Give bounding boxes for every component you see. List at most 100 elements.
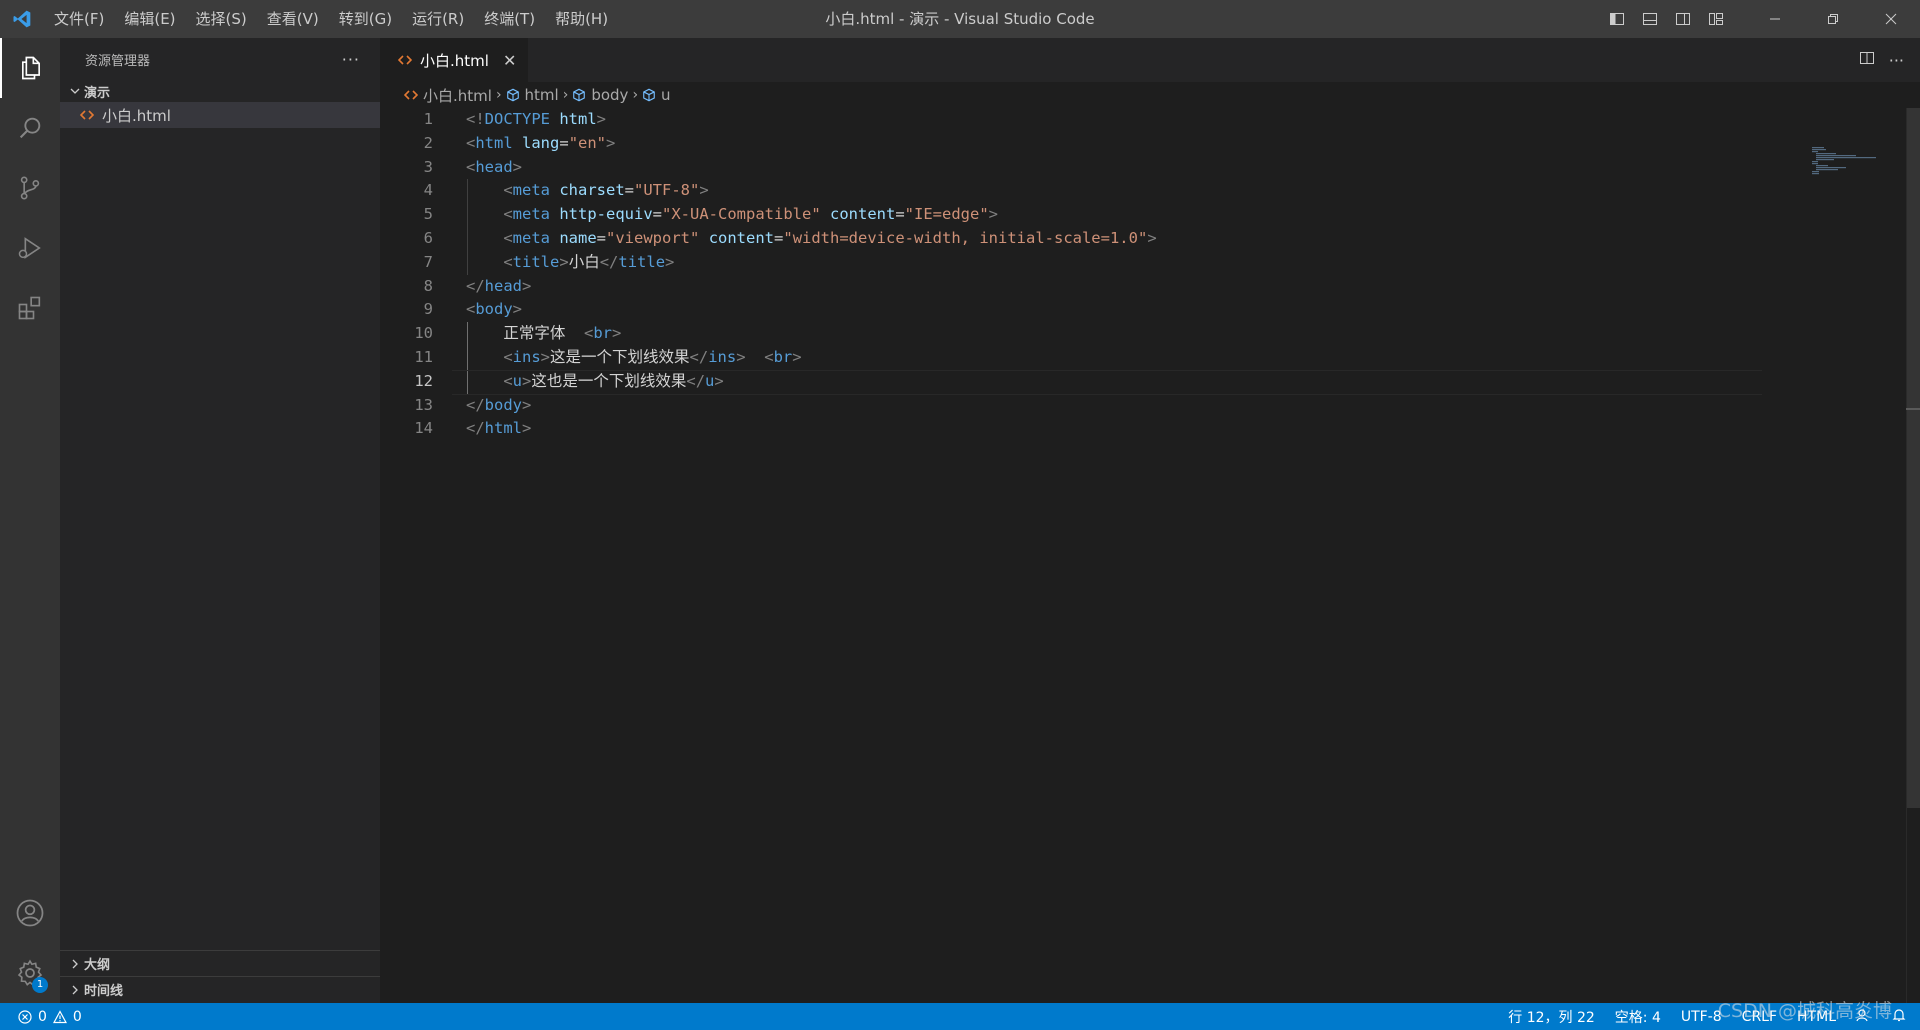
toggle-panel-icon[interactable]: [1633, 0, 1666, 38]
vertical-scrollbar[interactable]: [1906, 108, 1920, 1003]
file-name: 小白.html: [102, 106, 171, 125]
symbol-element-icon: [573, 88, 586, 102]
sidebar-header: 资源管理器 ···: [60, 38, 380, 80]
code-text: <u>这也是一个下划线效果</u>: [503, 371, 724, 390]
warning-icon: [52, 1009, 67, 1024]
code-text: </body>: [466, 395, 532, 414]
code-line[interactable]: 2 <html lang="en">: [380, 132, 1780, 156]
close-tab-icon[interactable]: ✕: [503, 51, 516, 70]
tab-xiaobai-html[interactable]: 小白.html ✕: [380, 38, 528, 82]
code-text: <meta http-equiv="X-UA-Compatible" conte…: [503, 205, 999, 224]
timeline-section[interactable]: 时间线: [60, 976, 380, 1002]
code-line[interactable]: 7 <title>小白</title>: [380, 251, 1780, 275]
close-window-icon[interactable]: [1862, 0, 1920, 38]
cursor-position[interactable]: 行 12，列 22: [1508, 1007, 1595, 1027]
cursor-ruler-mark: [1906, 408, 1920, 410]
code-line[interactable]: 3 <head>: [380, 156, 1780, 180]
restore-icon[interactable]: [1804, 0, 1862, 38]
code-line[interactable]: 6 <meta name="viewport" content="width=d…: [380, 227, 1780, 251]
breadcrumb-file[interactable]: 小白.html: [404, 85, 492, 106]
menu-item-5[interactable]: 运行(R): [402, 0, 474, 38]
end-of-line[interactable]: CRLF: [1742, 1009, 1777, 1025]
vscode-logo-icon: [0, 0, 44, 38]
menu-item-7[interactable]: 帮助(H): [545, 0, 618, 38]
folder-name: 演示: [84, 85, 111, 101]
editor-more-actions-icon[interactable]: ···: [1889, 51, 1904, 70]
title-bar: 文件(F) 编辑(E) 选择(S) 查看(V) 转到(G) 运行(R) 终端(T) 帮助(H)…: [0, 0, 1920, 38]
scrollbar-thumb[interactable]: [1907, 108, 1920, 808]
customize-layout-icon[interactable]: [1699, 0, 1732, 38]
source-control-icon[interactable]: [0, 158, 60, 218]
language-mode[interactable]: HTML: [1797, 1009, 1836, 1025]
more-actions-icon[interactable]: ···: [342, 50, 360, 69]
menu-item-0[interactable]: 文件(F): [44, 0, 114, 38]
html-file-icon: [404, 90, 418, 100]
menu-item-6[interactable]: 终端(T): [474, 0, 545, 38]
code-line[interactable]: 11 <ins>这是一个下划线效果</ins> <br>: [380, 346, 1780, 370]
code-text: 正常字体 <br>: [503, 324, 622, 343]
code-line[interactable]: 8 </head>: [380, 275, 1780, 299]
encoding[interactable]: UTF-8: [1681, 1009, 1722, 1025]
minimize-icon[interactable]: [1746, 0, 1804, 38]
file-item-xiaobai-html[interactable]: 小白.html: [60, 102, 380, 128]
status-bar-right: 行 12，列 22 空格: 4 UTF-8 CRLF HTML: [1508, 1003, 1906, 1030]
code-text: </html>: [466, 419, 532, 438]
explorer-sidebar: 资源管理器 ··· 演示 小白.html 大纲 时间线: [60, 38, 380, 1003]
minimap[interactable]: [1810, 146, 1890, 176]
breadcrumb-body[interactable]: body: [572, 86, 628, 104]
menu-item-1[interactable]: 编辑(E): [114, 0, 185, 38]
code-editor[interactable]: 1 <!DOCTYPE html> 2 <html lang="en"> 3 <head>…: [380, 108, 1780, 441]
toggle-primary-sidebar-icon[interactable]: [1600, 0, 1633, 38]
outline-section[interactable]: 大纲: [60, 950, 380, 976]
chevron-right-icon: [66, 953, 84, 975]
breadcrumb-label: 小白.html: [423, 86, 492, 105]
code-line[interactable]: 12 <u>这也是一个下划线效果</u>: [380, 369, 1780, 395]
code-text: <ins>这是一个下划线效果</ins> <br>: [503, 347, 802, 366]
tab-label: 小白.html: [420, 51, 489, 70]
problems-indicator[interactable]: 0 0: [0, 1009, 82, 1025]
line-number: 3: [423, 157, 433, 176]
menu-item-4[interactable]: 转到(G): [329, 0, 402, 38]
status-bar: 0 0 行 12，列 22 空格: 4 UTF-8 CRLF HTML: [0, 1003, 1920, 1030]
line-number: 14: [414, 419, 433, 438]
menu-item-3[interactable]: 查看(V): [257, 0, 329, 38]
toggle-secondary-sidebar-icon[interactable]: [1666, 0, 1699, 38]
search-icon[interactable]: [0, 98, 60, 158]
split-editor-icon[interactable]: [1859, 50, 1875, 70]
breadcrumb-html[interactable]: html: [506, 86, 559, 104]
code-line[interactable]: 1 <!DOCTYPE html>: [380, 108, 1780, 132]
notifications-bell-icon[interactable]: [1892, 1008, 1906, 1026]
code-text: <body>: [466, 300, 523, 319]
breadcrumb-separator-icon: ›: [632, 87, 639, 103]
folder-row[interactable]: 演示: [60, 80, 380, 102]
line-number: 6: [423, 228, 433, 247]
timeline-label: 时间线: [84, 984, 124, 999]
code-text: </head>: [466, 276, 532, 295]
line-number: 9: [423, 300, 433, 319]
line-number: 2: [423, 133, 433, 152]
account-icon[interactable]: [0, 883, 60, 943]
code-line[interactable]: 4 <meta charset="UTF-8">: [380, 179, 1780, 203]
settings-update-badge: 1: [32, 977, 48, 993]
run-debug-icon[interactable]: [0, 218, 60, 278]
feedback-icon[interactable]: [1856, 1008, 1872, 1026]
menu-bar: 文件(F) 编辑(E) 选择(S) 查看(V) 转到(G) 运行(R) 终端(T) 帮助(H): [44, 0, 618, 38]
editor-group: 小白.html ✕ ··· 小白.html › html › body › u: [380, 38, 1920, 1003]
code-line[interactable]: 14 </html>: [380, 417, 1780, 441]
extensions-icon[interactable]: [0, 278, 60, 338]
menu-item-2[interactable]: 选择(S): [186, 0, 257, 38]
settings-gear-icon[interactable]: 1: [0, 943, 60, 1003]
window-controls: [1600, 0, 1920, 38]
indentation[interactable]: 空格: 4: [1615, 1007, 1661, 1027]
explorer-icon[interactable]: [0, 38, 60, 98]
line-number: 1: [423, 110, 433, 128]
code-line[interactable]: 10 正常字体 <br>: [380, 322, 1780, 346]
breadcrumb-u[interactable]: u: [642, 86, 671, 104]
code-line[interactable]: 9 <body>: [380, 298, 1780, 322]
breadcrumb-separator-icon: ›: [495, 87, 502, 103]
tab-bar: 小白.html ✕ ···: [380, 38, 1920, 82]
code-text: <meta name="viewport" content="width=dev…: [503, 228, 1157, 247]
code-line[interactable]: 5 <meta http-equiv="X-UA-Compatible" con…: [380, 203, 1780, 227]
line-number: 4: [423, 181, 433, 200]
code-line[interactable]: 13 </body>: [380, 394, 1780, 418]
